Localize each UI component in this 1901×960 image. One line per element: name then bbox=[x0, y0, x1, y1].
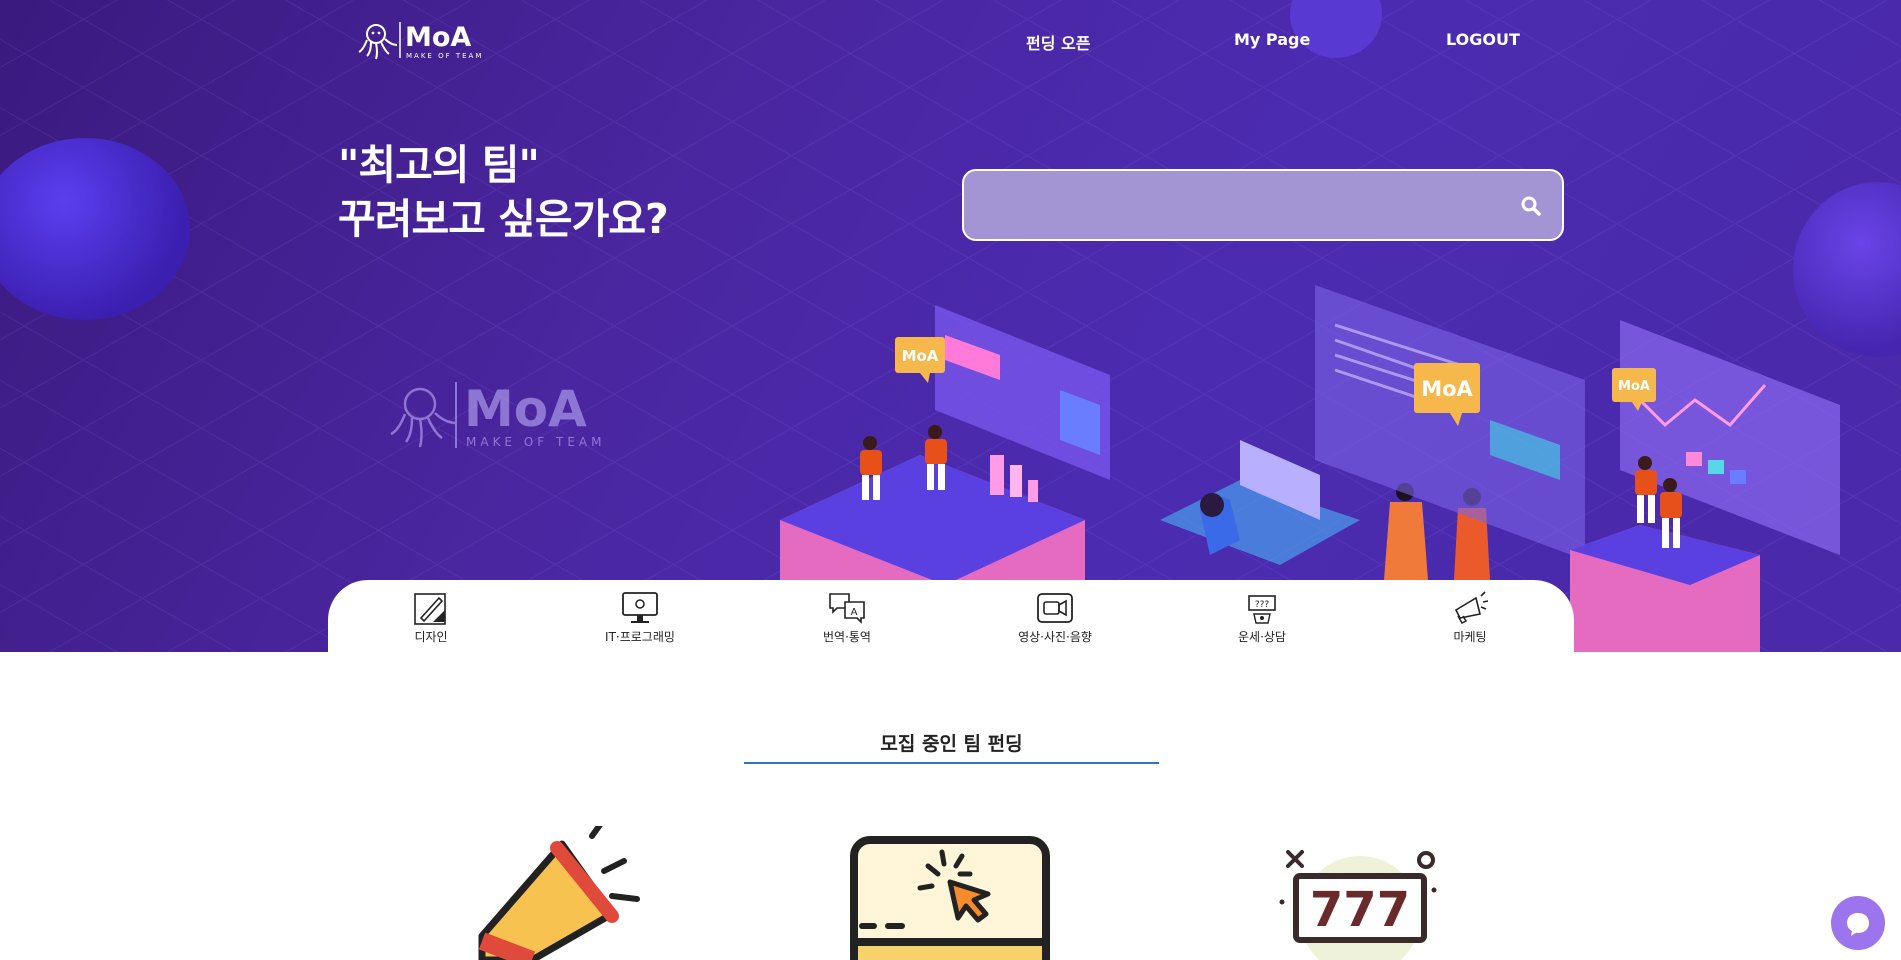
translate-icon: A bbox=[829, 593, 865, 624]
category-label: 번역·통역 bbox=[823, 630, 871, 644]
bubble-label: MoA bbox=[1421, 377, 1473, 401]
watermark-brand-name: MoA bbox=[464, 380, 587, 438]
category-translation[interactable]: A 번역·통역 bbox=[777, 590, 917, 652]
video-icon bbox=[1037, 593, 1073, 623]
brand-tagline: MAKE OF TEAM bbox=[406, 52, 483, 60]
headline-line-1: "최고의 팀" bbox=[338, 141, 540, 189]
section-divider bbox=[744, 762, 1159, 764]
svg-text:777: 777 bbox=[1310, 882, 1410, 938]
category-design[interactable]: 디자인 bbox=[361, 590, 501, 652]
nav-my-page[interactable]: My Page bbox=[1234, 30, 1310, 49]
chat-button[interactable] bbox=[1831, 896, 1885, 950]
hero-banner: MoA MAKE OF TEAM 펀딩 오픈 My Page LOGOUT "최… bbox=[0, 0, 1901, 652]
search-box bbox=[962, 169, 1564, 241]
category-fortune-counseling[interactable]: ??? 운세·상담 bbox=[1192, 590, 1332, 652]
monitor-icon bbox=[622, 592, 658, 623]
bubble-label: MoA bbox=[1618, 379, 1650, 394]
brand-name: MoA bbox=[405, 22, 471, 53]
category-marketing[interactable]: 마케팅 bbox=[1400, 590, 1540, 652]
category-video-photo-audio[interactable]: 영상·사진·음향 bbox=[985, 590, 1125, 652]
svg-text:A: A bbox=[851, 607, 858, 618]
phone-click-icon[interactable] bbox=[848, 834, 1052, 960]
svg-text:???: ??? bbox=[1255, 600, 1270, 610]
search-input[interactable] bbox=[984, 185, 1484, 225]
watermark-tagline: MAKE OF TEAM bbox=[466, 435, 605, 449]
category-label: 마케팅 bbox=[1453, 630, 1487, 644]
category-it-programming[interactable]: IT·프로그래밍 bbox=[570, 590, 710, 652]
category-label: 운세·상담 bbox=[1238, 630, 1286, 644]
slot-machine-icon: ??? bbox=[1248, 595, 1276, 624]
headline-line-2: 꾸려보고 싶은가요? bbox=[338, 195, 669, 243]
category-label: 영상·사진·음향 bbox=[1018, 630, 1092, 644]
nav-logout[interactable]: LOGOUT bbox=[1446, 30, 1520, 49]
hero-headline: "최고의 팀" 꾸려보고 싶은가요? bbox=[338, 138, 669, 246]
category-label: IT·프로그래밍 bbox=[605, 630, 675, 644]
moa-logo[interactable]: MoA MAKE OF TEAM bbox=[358, 18, 488, 64]
moa-watermark-logo: MoA MAKE OF TEAM bbox=[390, 380, 605, 449]
bubble-label: MoA bbox=[902, 347, 939, 365]
megaphone-icon bbox=[1454, 591, 1489, 624]
chat-icon bbox=[1847, 913, 1869, 936]
design-icon bbox=[414, 593, 446, 625]
category-bar bbox=[328, 580, 1574, 660]
megaphone-icon[interactable] bbox=[462, 826, 662, 960]
section-title: 모집 중인 팀 펀딩 bbox=[880, 733, 1023, 755]
search-icon[interactable] bbox=[1518, 193, 1544, 219]
slot-machine-icon[interactable]: 777 bbox=[1276, 846, 1444, 960]
category-label: 디자인 bbox=[414, 630, 448, 644]
nav-funding-open[interactable]: 펀딩 오픈 bbox=[1026, 30, 1090, 54]
